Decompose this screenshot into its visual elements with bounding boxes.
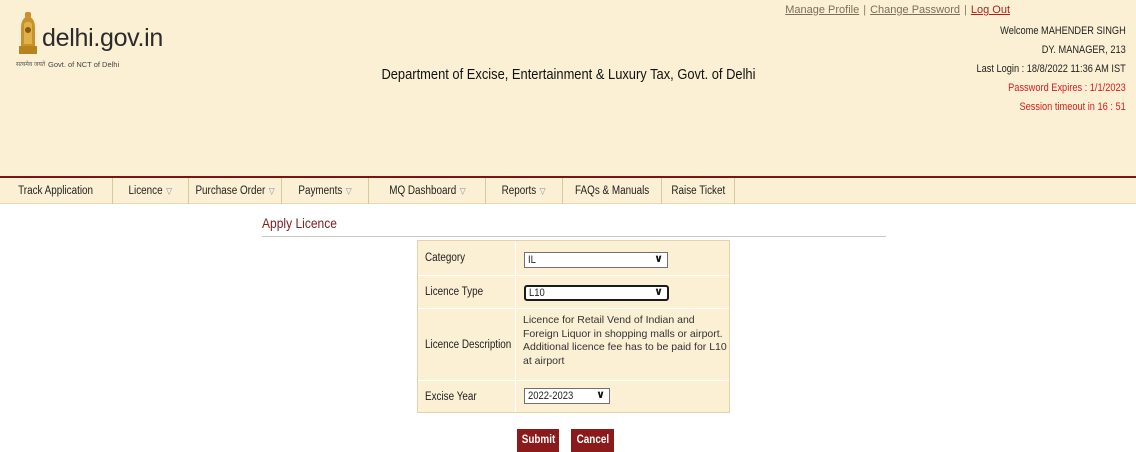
chevron-down-icon: ▽ [268, 186, 275, 196]
excise-year-label: Excise Year [418, 381, 516, 412]
category-select[interactable]: IL ∨ [524, 252, 668, 268]
nav-payments[interactable]: Payments ▽ [282, 178, 369, 204]
last-login-text: Last Login : 18/8/2022 11:36 AM IST [976, 63, 1126, 75]
licence-description-label: Licence Description [418, 309, 516, 380]
cancel-button[interactable]: Cancel [571, 429, 614, 452]
nav-faqs-manuals[interactable]: FAQs & Manuals [563, 178, 662, 204]
nav-track-application[interactable]: Track Application [0, 178, 113, 204]
chevron-down-icon: ▽ [166, 186, 173, 196]
user-designation: DY. MANAGER, 213 [1041, 44, 1126, 56]
chevron-down-icon: ▽ [459, 186, 466, 196]
licence-type-select[interactable]: L10 ∨ [524, 285, 669, 301]
submit-button[interactable]: Submit [517, 429, 559, 452]
logout-link[interactable]: Log Out [971, 4, 1010, 16]
form-row-licence-type: Licence Type L10 ∨ [418, 276, 729, 309]
welcome-text: Welcome MAHENDER SINGH [1000, 25, 1126, 37]
nav-purchase-order[interactable]: Purchase Order ▽ [189, 178, 282, 204]
chevron-down-icon: ∨ [654, 253, 663, 265]
excise-year-select[interactable]: 2022-2023 ∨ [524, 388, 610, 404]
form-row-excise-year: Excise Year 2022-2023 ∨ [418, 381, 729, 412]
session-timeout-text: Session timeout in 16 : 51 [1019, 101, 1126, 113]
link-separator: | [863, 4, 867, 16]
site-header: delhi.gov.in सत्यमेव जयते Govt. of NCT o… [0, 0, 1136, 176]
user-info-panel: Welcome MAHENDER SINGH DY. MANAGER, 213 … [948, 22, 1126, 117]
chevron-down-icon: ▽ [540, 186, 547, 196]
main-nav: Track Application Licence ▽ Purchase Orde… [0, 176, 1136, 204]
chevron-down-icon: ▽ [345, 186, 352, 196]
apply-licence-form: Category IL ∨ Licence Type L10 ∨ Licence… [417, 240, 730, 413]
nav-licence[interactable]: Licence ▽ [113, 178, 189, 204]
licence-type-label: Licence Type [418, 276, 516, 308]
category-label: Category [418, 241, 516, 275]
nav-mq-dashboard[interactable]: MQ Dashboard ▽ [369, 178, 486, 204]
licence-description-text: Licence for Retail Vend of Indian and Fo… [523, 314, 727, 367]
national-emblem-icon [19, 12, 37, 54]
nav-raise-ticket[interactable]: Raise Ticket [662, 178, 735, 204]
form-row-category: Category IL ∨ [418, 241, 729, 276]
chevron-down-icon: ∨ [654, 286, 663, 298]
account-links: Manage Profile | Change Password | Log Out [785, 4, 1010, 16]
chevron-down-icon: ∨ [596, 389, 605, 401]
logo-text: delhi.gov.in [42, 24, 164, 52]
form-row-licence-description: Licence Description Licence for Retail V… [418, 309, 729, 381]
password-expiry-text: Password Expires : 1/1/2023 [1008, 82, 1126, 94]
heading-divider [262, 236, 886, 237]
change-password-link[interactable]: Change Password [870, 4, 960, 16]
link-separator: | [964, 4, 967, 16]
manage-profile-link[interactable]: Manage Profile [785, 4, 859, 16]
nav-reports[interactable]: Reports ▽ [486, 178, 563, 204]
page-title: Apply Licence [262, 215, 337, 231]
